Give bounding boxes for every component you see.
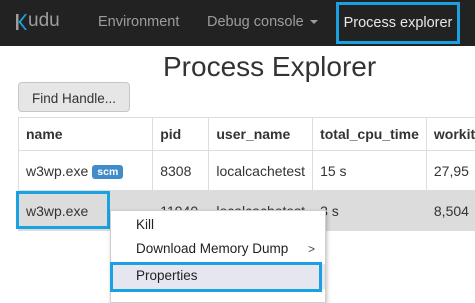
- table-row[interactable]: w3wp.exe scm 8308 localcachetest 15 s 27,…: [19, 151, 475, 191]
- table-header-row: name pid user_name total_cpu_time workit: [19, 118, 475, 151]
- find-handle-button[interactable]: Find Handle...: [18, 82, 130, 112]
- process-context-menu: Kill Download Memory Dump > Properties: [110, 210, 326, 303]
- page-title: Process Explorer: [163, 51, 376, 83]
- cell-total-cpu-time: 15 s: [313, 151, 427, 191]
- cell-working-set: 27,95: [426, 151, 475, 191]
- scm-badge: scm: [92, 165, 123, 179]
- column-header-pid[interactable]: pid: [153, 118, 209, 151]
- chevron-down-icon: [310, 20, 318, 24]
- menu-item-properties[interactable]: Properties: [111, 264, 325, 289]
- column-header-total-cpu-time[interactable]: total_cpu_time: [313, 118, 427, 151]
- submenu-arrow-icon: >: [308, 237, 315, 261]
- cell-name: w3wp.exe scm: [19, 151, 153, 191]
- menu-item-kill[interactable]: Kill: [111, 213, 325, 237]
- nav-process-explorer[interactable]: Process explorer: [336, 2, 460, 44]
- nav-debug-console[interactable]: Debug console: [207, 0, 318, 46]
- nav-debug-console-label: Debug console: [207, 14, 304, 30]
- column-header-working-set[interactable]: workit: [426, 118, 475, 151]
- brand-text: udu: [28, 10, 60, 32]
- cell-pid: 8308: [153, 151, 209, 191]
- top-navbar: udu Environment Debug console Process ex…: [0, 0, 475, 46]
- cell-user-name: localcachetest: [209, 151, 313, 191]
- cell-working-set: 8,504: [426, 191, 475, 231]
- column-header-user-name[interactable]: user_name: [209, 118, 313, 151]
- cell-total-cpu-time: 3 s: [313, 191, 427, 231]
- kudu-k-icon: [15, 12, 27, 30]
- brand-logo[interactable]: udu: [15, 10, 60, 32]
- process-name: w3wp.exe: [26, 163, 88, 179]
- process-name: w3wp.exe: [26, 203, 88, 219]
- menu-item-download-memory-dump[interactable]: Download Memory Dump >: [111, 237, 325, 261]
- nav-environment[interactable]: Environment: [98, 0, 179, 46]
- column-header-name[interactable]: name: [19, 118, 153, 151]
- menu-item-download-memory-dump-label: Download Memory Dump: [136, 241, 288, 256]
